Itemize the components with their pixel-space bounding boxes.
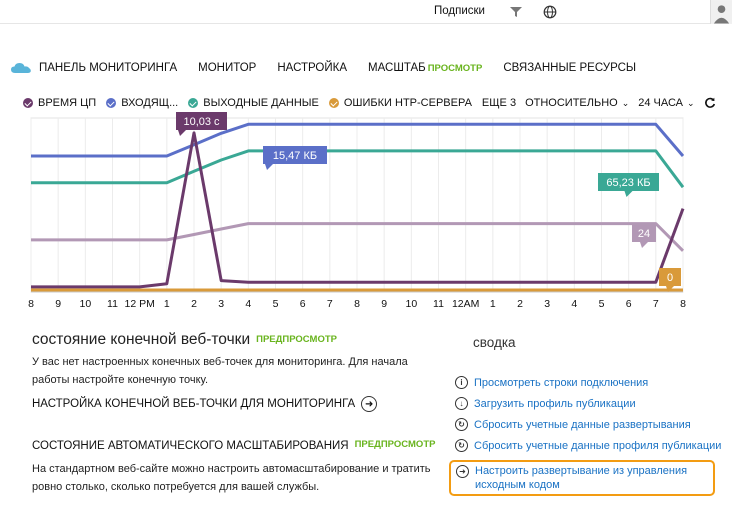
reset-deployment-credentials-link[interactable]: ↻ Сбросить учетные данные развертывания bbox=[455, 414, 721, 435]
refresh-icon[interactable] bbox=[704, 97, 716, 109]
endpoint-title-text: состояние конечной веб-точки bbox=[32, 331, 251, 348]
check-icon bbox=[23, 98, 33, 108]
globe-icon[interactable] bbox=[543, 5, 557, 19]
x-tick-label: 3 bbox=[218, 298, 224, 310]
set-up-source-control-deployment-link[interactable]: ➜ Настроить развертывание из управления … bbox=[449, 460, 715, 496]
callout-label: 24 bbox=[638, 228, 650, 240]
download-icon: ↓ bbox=[455, 397, 468, 410]
avatar[interactable] bbox=[710, 0, 732, 24]
subscriptions-menu[interactable]: Подписки bbox=[434, 5, 485, 17]
callout-label: 65,23 КБ bbox=[606, 177, 650, 189]
legend-item-http-errors[interactable]: ОШИБКИ HTP-СЕРВЕРА bbox=[328, 97, 472, 109]
cloud-icon bbox=[11, 63, 31, 73]
top-bar: Подписки bbox=[0, 0, 732, 24]
x-tick-label: 4 bbox=[571, 298, 577, 310]
x-tick-label: 8 bbox=[354, 298, 360, 310]
endpoint-description: У вас нет настроенных конечных веб-точек… bbox=[32, 356, 408, 386]
endpoint-status-heading: состояние конечной веб-точки ПРЕДПРОСМОТР bbox=[32, 331, 337, 349]
x-tick-label: 7 bbox=[653, 298, 659, 310]
summary-link-label: Сбросить учетные данные развертывания bbox=[474, 418, 691, 431]
view-connection-strings-link[interactable]: i Просмотреть строки подключения bbox=[455, 372, 721, 393]
x-tick-label: 12 PM bbox=[124, 298, 154, 310]
x-tick-label: 9 bbox=[381, 298, 387, 310]
autoscale-status-heading: СОСТОЯНИЕ АВТОМАТИЧЕСКОГО МАСШТАБИРОВАНИ… bbox=[32, 439, 436, 452]
metrics-chart: 8 9 10 11 12 PM 1 2 3 4 5 6 7 8 9 10 11 12AM 1 2 3 4 5 6 7 8 10,0… bbox=[28, 112, 686, 310]
arrow-right-icon[interactable]: ➜ bbox=[361, 396, 378, 412]
x-tick-label: 6 bbox=[300, 298, 306, 310]
x-tick-label: 11 bbox=[433, 298, 444, 310]
legend-label: ВРЕМЯ ЦП bbox=[38, 97, 97, 109]
relative-dropdown[interactable]: ОТНОСИТЕЛЬНО ⌄ bbox=[525, 97, 629, 109]
legend-item-cpu-time[interactable]: ВРЕМЯ ЦП bbox=[23, 97, 96, 109]
summary-link-label: Просмотреть строки подключения bbox=[474, 376, 649, 389]
legend-label: ВЫХОДНЫЕ ДАННЫЕ bbox=[203, 97, 319, 109]
summary-link-label: Настроить развертывание из управления ис… bbox=[475, 465, 688, 491]
autoscale-description: На стандартном веб-сайте можно настроить… bbox=[32, 463, 431, 493]
check-icon bbox=[328, 98, 339, 108]
configure-endpoint-link[interactable]: НАСТРОЙКА КОНЕЧНОЙ ВЕБ-ТОЧКИ ДЛЯ МОНИТОР… bbox=[32, 396, 378, 412]
x-tick-label: 5 bbox=[273, 298, 279, 310]
x-tick-label: 3 bbox=[544, 298, 550, 310]
chart-legend: ВРЕМЯ ЦП ВХОДЯЩ... ВЫХОДНЫЕ ДАННЫЕ ОШИБК… bbox=[23, 95, 716, 111]
summary-links: i Просмотреть строки подключения ↓ Загру… bbox=[449, 372, 721, 496]
x-tick-label: 1 bbox=[490, 298, 496, 310]
summary-link-label: Сбросить учетные данные профиля публикац… bbox=[474, 439, 722, 452]
tab-linked-resources[interactable]: СВЯЗАННЫЕ РЕСУРСЫ bbox=[503, 62, 636, 74]
preview-badge: ПРЕДПРОСМОТР bbox=[256, 334, 337, 345]
chevron-down-icon: ⌄ bbox=[687, 97, 695, 108]
x-tick-label: 11 bbox=[107, 298, 118, 310]
more-metrics-button[interactable]: ЕЩЕ 3 bbox=[482, 97, 516, 109]
callout-label: 0 bbox=[667, 272, 673, 284]
callout-label: 10,03 с bbox=[183, 116, 220, 128]
x-tick-label: 8 bbox=[680, 298, 686, 310]
x-tick-label: 2 bbox=[191, 298, 197, 310]
tab-monitor[interactable]: МОНИТОР bbox=[198, 62, 256, 74]
x-tick-label: 5 bbox=[599, 298, 605, 310]
reset-publish-profile-credentials-link[interactable]: ↻ Сбросить учетные данные профиля публик… bbox=[455, 435, 721, 456]
filter-icon[interactable] bbox=[509, 5, 523, 19]
chevron-down-icon: ⌄ bbox=[621, 97, 630, 108]
preview-badge: ПРОСМОТР bbox=[427, 63, 483, 74]
x-tick-label: 9 bbox=[55, 298, 61, 310]
tab-configure[interactable]: НАСТРОЙКА bbox=[277, 62, 347, 74]
time-range-dropdown[interactable]: 24 ЧАСА ⌄ bbox=[638, 97, 694, 109]
x-tick-label: 10 bbox=[79, 298, 91, 310]
x-tick-label: 2 bbox=[517, 298, 523, 310]
legend-label: ОШИБКИ HTP-СЕРВЕРА bbox=[343, 97, 472, 109]
legend-label: ВХОДЯЩ... bbox=[121, 97, 179, 109]
tab-scale-label: МАСШТАБ bbox=[368, 62, 426, 74]
legend-item-data-out[interactable]: ВЫХОДНЫЕ ДАННЫЕ bbox=[188, 97, 319, 109]
time-range-label: 24 ЧАСА bbox=[638, 97, 684, 109]
check-icon bbox=[188, 98, 199, 108]
tab-dashboard[interactable]: ПАНЕЛЬ МОНИТОРИНГА bbox=[39, 62, 177, 74]
x-tick-label: 4 bbox=[245, 298, 251, 310]
tab-bar: ПАНЕЛЬ МОНИТОРИНГА МОНИТОР НАСТРОЙКА МАС… bbox=[10, 58, 657, 78]
download-publish-profile-link[interactable]: ↓ Загрузить профиль публикации bbox=[455, 393, 721, 414]
relative-label: ОТНОСИТЕЛЬНО bbox=[525, 97, 618, 109]
legend-item-data-in[interactable]: ВХОДЯЩ... bbox=[106, 97, 178, 109]
x-tick-label: 8 bbox=[28, 298, 34, 310]
check-icon bbox=[106, 98, 117, 108]
arrow-right-icon: ➜ bbox=[456, 465, 469, 478]
x-tick-label: 12AM bbox=[452, 298, 479, 310]
tab-scale[interactable]: МАСШТАБ ПРОСМОТР bbox=[368, 62, 482, 74]
summary-heading: сводка bbox=[473, 335, 516, 350]
reset-icon: ↻ bbox=[455, 439, 468, 452]
configure-endpoint-label: НАСТРОЙКА КОНЕЧНОЙ ВЕБ-ТОЧКИ ДЛЯ МОНИТОР… bbox=[32, 398, 356, 410]
x-tick-label: 1 bbox=[164, 298, 170, 310]
autoscale-title-text: СОСТОЯНИЕ АВТОМАТИЧЕСКОГО МАСШТАБИРОВАНИ… bbox=[32, 440, 349, 452]
x-tick-label: 6 bbox=[626, 298, 632, 310]
info-icon: i bbox=[455, 376, 468, 389]
x-tick-label: 10 bbox=[405, 298, 417, 310]
preview-badge: ПРЕДПРОСМОТР bbox=[354, 439, 436, 450]
summary-link-label: Загрузить профиль публикации bbox=[474, 397, 636, 410]
x-tick-label: 7 bbox=[327, 298, 333, 310]
reset-icon: ↻ bbox=[455, 418, 468, 431]
callout-label: 15,47 КБ bbox=[273, 150, 317, 162]
